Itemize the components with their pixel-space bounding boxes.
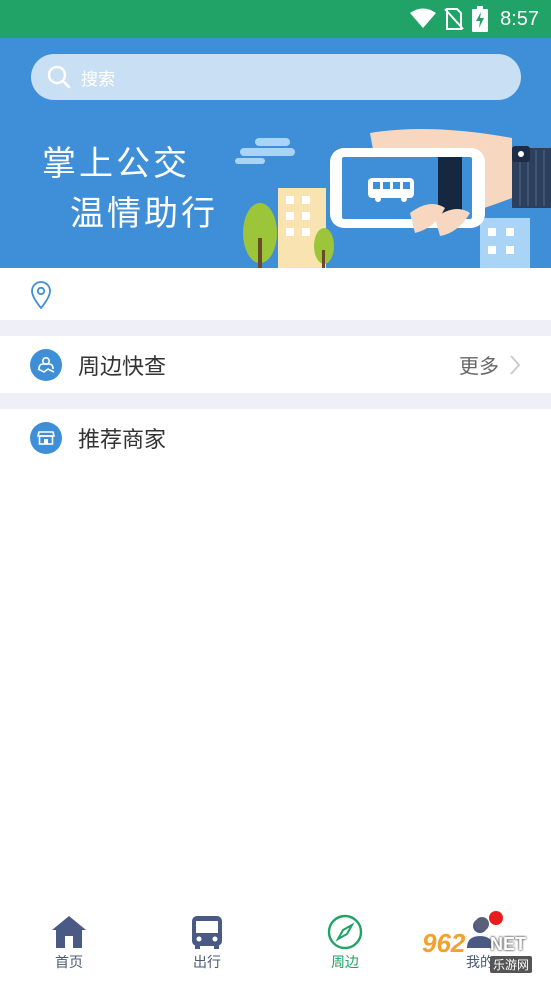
chevron-right-icon[interactable] [509, 354, 521, 376]
banner: 搜索 掌上公交 温情助行 [0, 38, 551, 268]
home-icon [52, 916, 86, 948]
recommend-label: 推荐商家 [78, 427, 167, 453]
section-divider [0, 320, 551, 336]
status-time: 8:57 [500, 7, 539, 30]
watermark-sub: 乐游网 [490, 956, 533, 973]
location-pin-icon [31, 281, 51, 309]
search-input[interactable]: 搜索 [31, 54, 521, 100]
location-row[interactable] [0, 268, 551, 320]
tab-nearby-label: 周边 [331, 955, 359, 971]
nearby-label: 周边快查 [78, 354, 167, 380]
watermark-number: 962 [422, 928, 466, 958]
bus-icon [192, 916, 222, 949]
status-bar: 8:57 [0, 0, 551, 38]
search-placeholder: 搜索 [81, 69, 115, 90]
more-link[interactable]: 更多 [459, 350, 499, 379]
recommended-merchants-row[interactable]: 推荐商家 [0, 409, 551, 466]
site-watermark: 962 NET 乐游网 [412, 908, 548, 976]
map-person-icon [30, 348, 62, 381]
section-divider [0, 393, 551, 409]
tab-nearby[interactable]: 周边 [305, 914, 385, 972]
tab-home[interactable]: 首页 [29, 914, 109, 972]
tab-travel[interactable]: 出行 [167, 914, 247, 972]
search-icon [47, 65, 71, 89]
nearby-quick-check-row[interactable]: 周边快查 更多 [0, 336, 551, 393]
tab-travel-label: 出行 [193, 955, 221, 971]
watermark-net: NET [490, 934, 526, 954]
no-sim-icon [444, 8, 464, 30]
banner-illustration [235, 129, 551, 268]
tab-home-label: 首页 [55, 955, 83, 971]
banner-subtitle: 温情助行 [70, 194, 218, 234]
store-icon [30, 421, 62, 454]
status-icons: 8:57 [410, 0, 539, 38]
wifi-icon [410, 8, 437, 28]
compass-icon [327, 914, 363, 950]
banner-title: 掌上公交 [42, 144, 190, 184]
battery-charging-icon [472, 6, 489, 32]
